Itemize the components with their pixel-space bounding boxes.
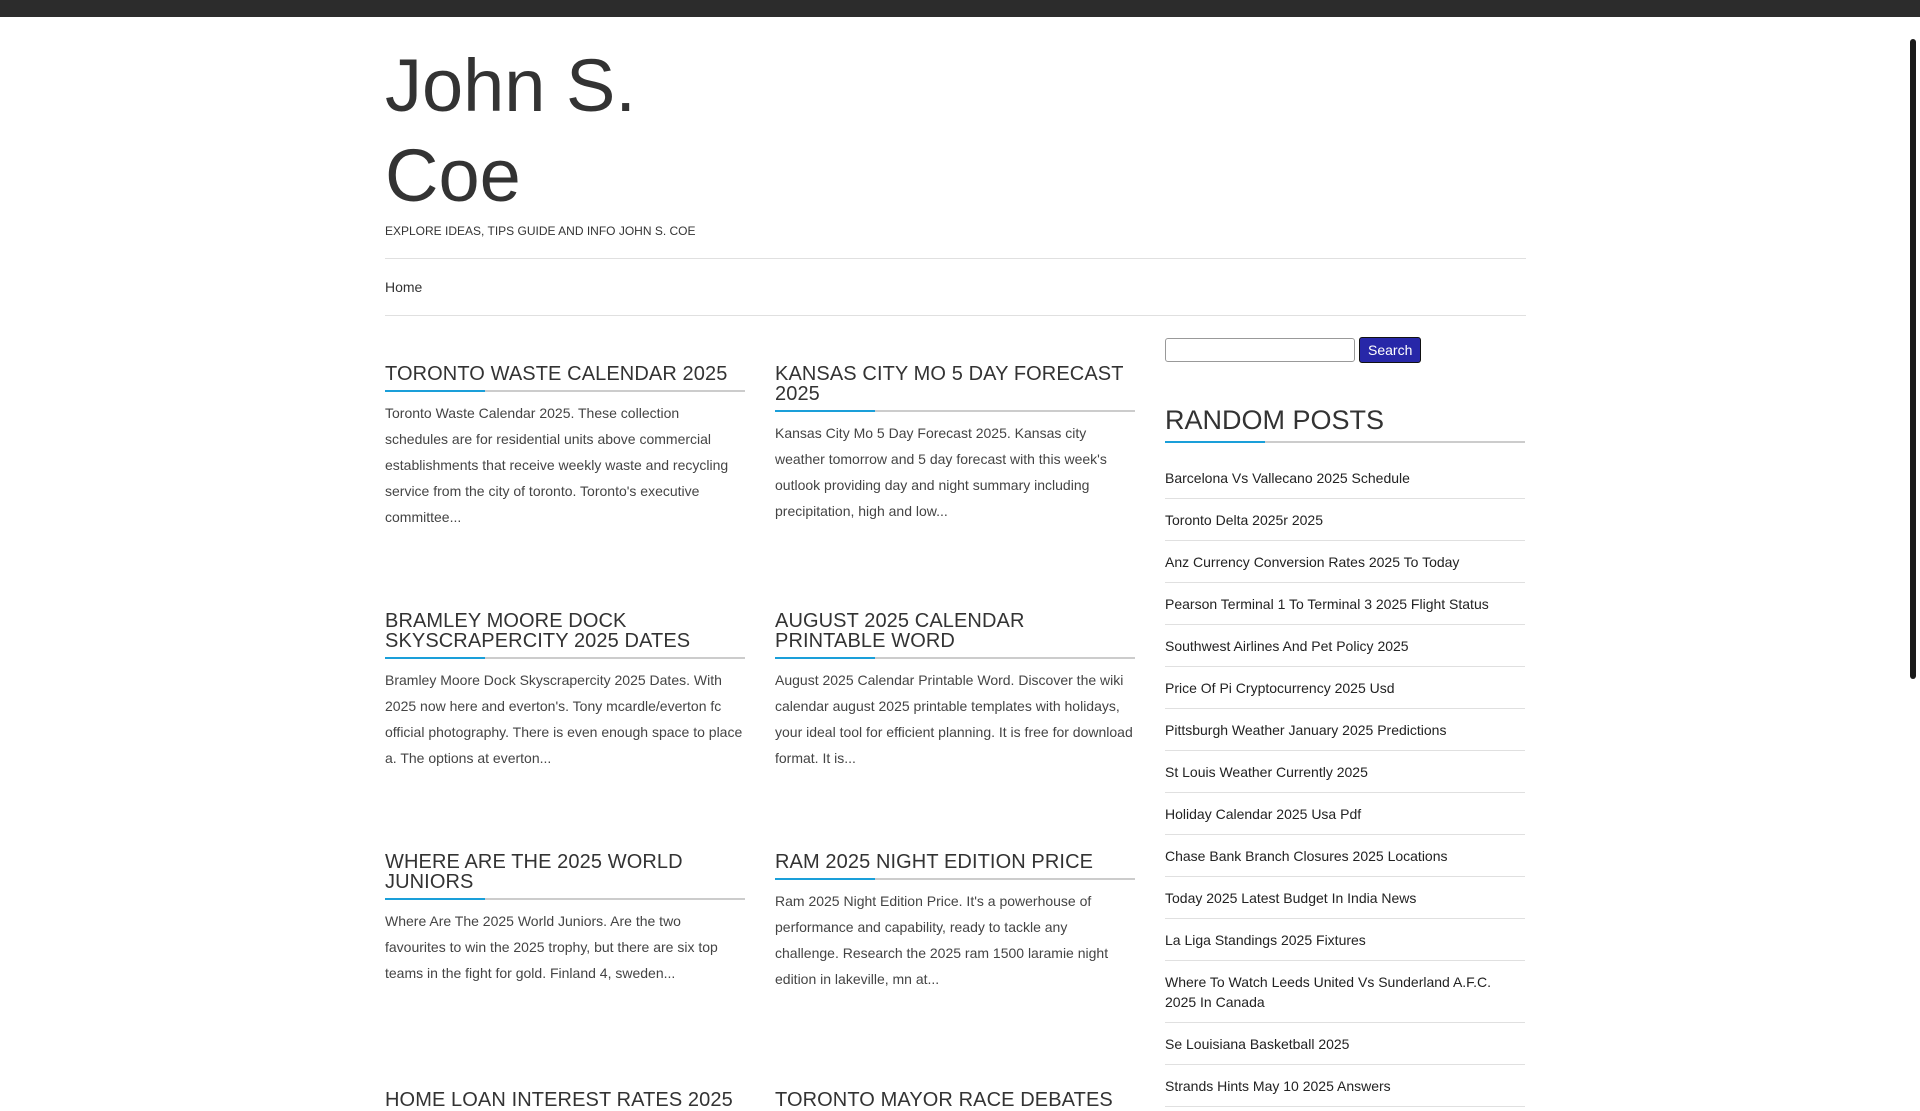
post-card: HOME LOAN INTEREST RATES 2025 <box>385 1090 745 1110</box>
main-nav: Home <box>385 258 1526 316</box>
nav-item-home[interactable]: Home <box>385 279 422 295</box>
post-divider <box>385 657 745 659</box>
post-card: RAM 2025 NIGHT EDITION PRICE Ram 2025 Ni… <box>775 852 1135 992</box>
search-input[interactable] <box>1165 338 1355 362</box>
random-post-link[interactable]: Price Of Pi Cryptocurrency 2025 Usd <box>1165 680 1395 696</box>
list-item: Price Of Pi Cryptocurrency 2025 Usd <box>1165 667 1525 709</box>
random-post-link[interactable]: Strands Hints May 10 2025 Answers <box>1165 1078 1391 1094</box>
random-post-link[interactable]: Where To Watch Leeds United Vs Sunderlan… <box>1165 974 1491 1010</box>
list-item: Pearson Terminal 1 To Terminal 3 2025 Fl… <box>1165 583 1525 625</box>
post-title[interactable]: HOME LOAN INTEREST RATES 2025 <box>385 1090 745 1110</box>
list-item: Anz Currency Conversion Rates 2025 To To… <box>1165 541 1525 583</box>
post-divider <box>775 410 1135 412</box>
post-card: KANSAS CITY MO 5 DAY FORECAST 2025 Kansa… <box>775 364 1135 524</box>
random-post-link[interactable]: Chase Bank Branch Closures 2025 Location… <box>1165 848 1448 864</box>
list-item: Strands Hints May 10 2025 Answers <box>1165 1065 1525 1107</box>
post-card: WHERE ARE THE 2025 WORLD JUNIORS Where A… <box>385 852 745 986</box>
top-admin-bar <box>0 0 1920 17</box>
post-excerpt: Toronto Waste Calendar 2025. These colle… <box>385 405 729 525</box>
sidebar: Search RANDOM POSTS Barcelona Vs Valleca… <box>1165 337 1525 1107</box>
post-excerpt: Ram 2025 Night Edition Price. It's a pow… <box>775 893 1109 987</box>
list-item: Se Louisiana Basketball 2025 <box>1165 1023 1525 1065</box>
list-item: Southwest Airlines And Pet Policy 2025 <box>1165 625 1525 667</box>
post-excerpt: Kansas City Mo 5 Day Forecast 2025. Kans… <box>775 425 1107 519</box>
random-posts-list: Barcelona Vs Vallecano 2025 Schedule Tor… <box>1165 457 1525 1107</box>
page-scrollbar[interactable] <box>1906 17 1920 1080</box>
random-post-link[interactable]: Anz Currency Conversion Rates 2025 To To… <box>1165 554 1459 570</box>
post-title[interactable]: AUGUST 2025 CALENDAR PRINTABLE WORD <box>775 611 1135 651</box>
post-divider <box>385 898 745 900</box>
search-form: Search <box>1165 337 1525 363</box>
list-item: Pittsburgh Weather January 2025 Predicti… <box>1165 709 1525 751</box>
post-divider <box>775 878 1135 880</box>
post-title[interactable]: KANSAS CITY MO 5 DAY FORECAST 2025 <box>775 364 1135 404</box>
post-excerpt: August 2025 Calendar Printable Word. Dis… <box>775 672 1133 766</box>
list-item: St Louis Weather Currently 2025 <box>1165 751 1525 793</box>
list-item: Toronto Delta 2025r 2025 <box>1165 499 1525 541</box>
post-excerpt: Bramley Moore Dock Skyscrapercity 2025 D… <box>385 672 743 766</box>
search-button[interactable]: Search <box>1359 337 1422 363</box>
post-card: TORONTO MAYOR RACE DEBATES <box>775 1090 1135 1110</box>
widget-divider <box>1165 441 1525 443</box>
random-post-link[interactable]: Holiday Calendar 2025 Usa Pdf <box>1165 806 1361 822</box>
post-excerpt: Where Are The 2025 World Juniors. Are th… <box>385 913 718 981</box>
site-tagline: EXPLORE IDEAS, TIPS GUIDE AND INFO JOHN … <box>385 224 696 238</box>
post-title[interactable]: TORONTO WASTE CALENDAR 2025 <box>385 364 745 384</box>
post-divider <box>385 390 745 392</box>
post-divider <box>775 657 1135 659</box>
list-item: Where To Watch Leeds United Vs Sunderlan… <box>1165 961 1525 1023</box>
random-post-link[interactable]: Toronto Delta 2025r 2025 <box>1165 512 1323 528</box>
random-post-link[interactable]: Se Louisiana Basketball 2025 <box>1165 1036 1349 1052</box>
post-title[interactable]: RAM 2025 NIGHT EDITION PRICE <box>775 852 1135 872</box>
random-post-link[interactable]: Pittsburgh Weather January 2025 Predicti… <box>1165 722 1446 738</box>
list-item: Chase Bank Branch Closures 2025 Location… <box>1165 835 1525 877</box>
list-item: Holiday Calendar 2025 Usa Pdf <box>1165 793 1525 835</box>
post-title[interactable]: BRAMLEY MOORE DOCK SKYSCRAPERCITY 2025 D… <box>385 611 745 651</box>
random-post-link[interactable]: Barcelona Vs Vallecano 2025 Schedule <box>1165 470 1410 486</box>
post-title[interactable]: WHERE ARE THE 2025 WORLD JUNIORS <box>385 852 745 892</box>
random-post-link[interactable]: Pearson Terminal 1 To Terminal 3 2025 Fl… <box>1165 596 1489 612</box>
scrollbar-thumb[interactable] <box>1910 39 1916 679</box>
page-container: John S. Coe EXPLORE IDEAS, TIPS GUIDE AN… <box>385 17 1526 1110</box>
list-item: La Liga Standings 2025 Fixtures <box>1165 919 1525 961</box>
random-post-link[interactable]: La Liga Standings 2025 Fixtures <box>1165 932 1366 948</box>
list-item: Today 2025 Latest Budget In India News <box>1165 877 1525 919</box>
random-post-link[interactable]: Southwest Airlines And Pet Policy 2025 <box>1165 638 1409 654</box>
list-item: Barcelona Vs Vallecano 2025 Schedule <box>1165 457 1525 499</box>
random-post-link[interactable]: Today 2025 Latest Budget In India News <box>1165 890 1416 906</box>
post-title[interactable]: TORONTO MAYOR RACE DEBATES <box>775 1090 1135 1110</box>
random-posts-title: RANDOM POSTS <box>1165 405 1385 435</box>
post-card: BRAMLEY MOORE DOCK SKYSCRAPERCITY 2025 D… <box>385 611 745 771</box>
post-card: AUGUST 2025 CALENDAR PRINTABLE WORD Augu… <box>775 611 1135 771</box>
site-title[interactable]: John S. Coe <box>385 41 715 221</box>
post-card: TORONTO WASTE CALENDAR 2025 Toronto Wast… <box>385 364 745 530</box>
random-post-link[interactable]: St Louis Weather Currently 2025 <box>1165 764 1368 780</box>
